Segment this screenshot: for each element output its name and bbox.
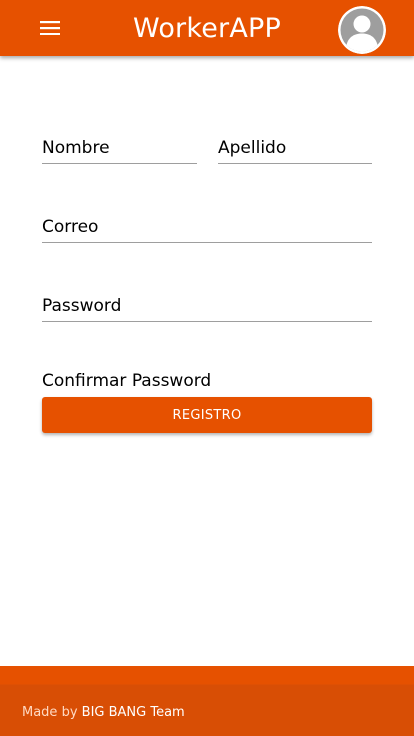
footer: Made by BIG BANG Team: [0, 666, 414, 736]
password-input[interactable]: [42, 295, 372, 321]
registro-button[interactable]: REGISTRO: [42, 397, 372, 433]
apellido-input[interactable]: [218, 137, 372, 163]
user-avatar-icon: [338, 6, 386, 54]
password-field[interactable]: Password: [42, 295, 372, 322]
correo-input[interactable]: [42, 216, 372, 242]
apellido-field[interactable]: Apellido: [218, 137, 372, 164]
correo-field[interactable]: Correo: [42, 216, 372, 243]
footer-made-by: Made by: [22, 705, 78, 720]
footer-credit: Made by BIG BANG Team: [22, 705, 185, 720]
user-avatar-button[interactable]: [338, 6, 386, 54]
menu-button[interactable]: [36, 16, 64, 40]
hamburger-menu-icon: [40, 21, 60, 35]
nombre-input[interactable]: [42, 137, 197, 163]
registration-form: Nombre Apellido Correo Password Confirma…: [42, 56, 372, 664]
footer-team-name: BIG BANG Team: [81, 705, 185, 720]
confirm-password-label: Confirmar Password: [42, 371, 212, 391]
nombre-field[interactable]: Nombre: [42, 137, 197, 164]
app-bar: WorkerAPP: [0, 0, 414, 56]
